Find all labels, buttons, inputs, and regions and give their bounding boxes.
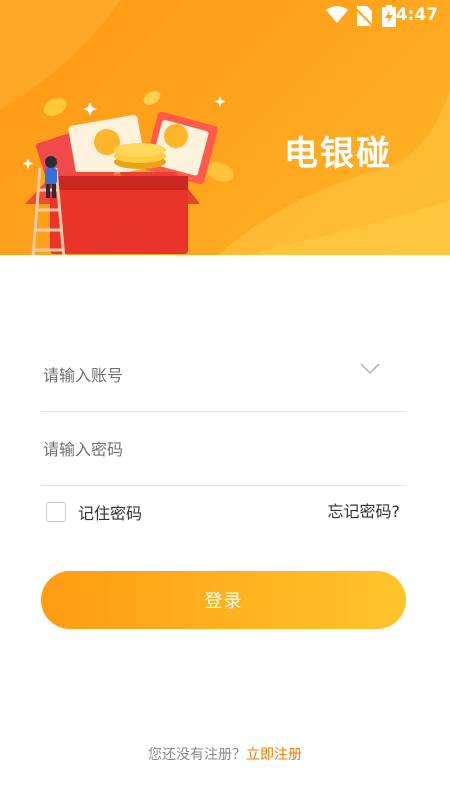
chevron-down-icon[interactable] [360,363,380,375]
account-field [41,337,406,412]
remember-password[interactable]: 记住密码 [46,500,142,524]
password-field [41,411,406,486]
header-banner: 4:47 电银碰 [0,0,450,290]
register-link[interactable]: 立即注册 [246,747,302,763]
status-time: 4:47 [395,5,438,25]
forgot-password-link[interactable]: 忘记密码? [328,500,401,524]
no-sim-icon [355,6,373,26]
register-footer: 您还没有注册？立即注册 [0,744,450,764]
remember-label: 记住密码 [78,504,143,523]
battery-charging-icon [382,5,396,27]
remember-checkbox[interactable] [46,502,66,522]
gift-box-illustration [22,91,234,271]
register-prompt: 您还没有注册？ [148,747,246,763]
wifi-icon [326,6,348,23]
app-title: 电银碰 [284,134,392,174]
login-button[interactable]: 登录 [41,571,406,629]
status-bar: 4:47 [0,0,450,30]
account-input[interactable] [41,359,345,391]
password-input[interactable] [41,433,345,465]
